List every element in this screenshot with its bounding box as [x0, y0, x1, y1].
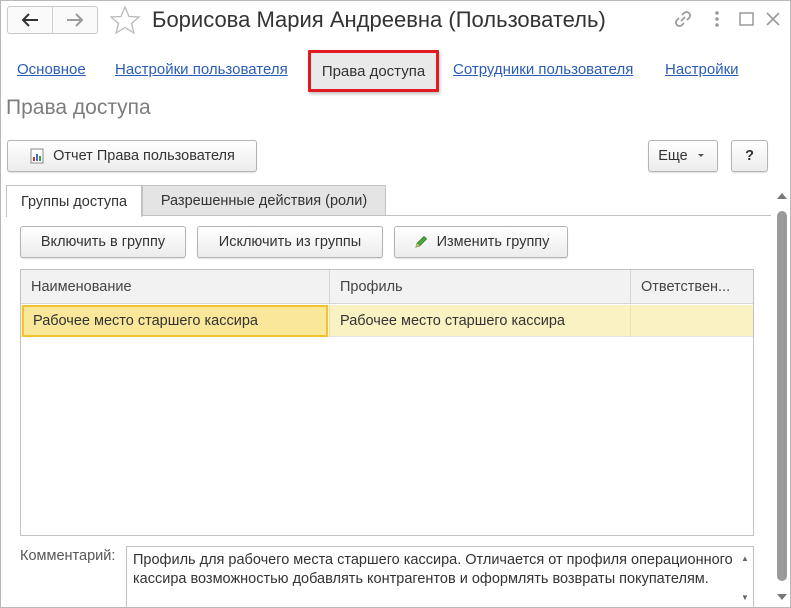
scroll-down-icon[interactable]: ▼: [741, 588, 749, 607]
section-user-settings-link[interactable]: Настройки пользователя: [115, 61, 288, 78]
scroll-up-icon[interactable]: [777, 193, 787, 199]
table-cell-responsible[interactable]: [630, 305, 753, 337]
edit-group-button[interactable]: Изменить группу: [394, 226, 568, 258]
column-header-name[interactable]: Наименование: [21, 270, 329, 304]
comment-scrollbar[interactable]: ▲ ▼: [739, 549, 751, 607]
section-access-rights-active[interactable]: Права доступа: [308, 50, 439, 92]
dropdown-icon: [697, 154, 704, 157]
maximize-button[interactable]: [738, 9, 756, 32]
report-icon: [29, 148, 45, 164]
table-cell-profile[interactable]: Рабочее место старшего кассира: [329, 305, 630, 337]
forward-arrow-icon: [67, 13, 84, 27]
table-cell-name[interactable]: Рабочее место старшего кассира: [22, 305, 328, 337]
forward-button[interactable]: [52, 7, 97, 33]
user-form-window: Борисова Мария Андреевна (Пользователь): [0, 0, 791, 608]
column-header-responsible[interactable]: Ответствен...: [630, 270, 753, 304]
comment-label: Комментарий:: [20, 548, 116, 564]
report-button-label: Отчет Права пользователя: [53, 148, 235, 164]
back-arrow-icon: [21, 13, 38, 27]
history-nav: [7, 6, 98, 34]
comment-field[interactable]: Профиль для рабочего места старшего касс…: [126, 546, 754, 607]
maximize-icon: [739, 12, 754, 26]
section-settings-link[interactable]: Настройки: [665, 61, 739, 78]
section-navigation: Основное Настройки пользователя Права до…: [1, 47, 790, 93]
copy-link-button[interactable]: [673, 9, 693, 32]
help-button-label: ?: [745, 148, 754, 164]
more-menu-button[interactable]: Еще: [648, 140, 718, 172]
comment-text: Профиль для рабочего места старшего касс…: [133, 552, 733, 587]
link-icon: [675, 11, 691, 27]
scroll-up-icon[interactable]: ▲: [741, 549, 749, 568]
tab-allowed-actions[interactable]: Разрешенные действия (роли): [142, 185, 386, 216]
exclude-from-group-button[interactable]: Исключить из группы: [197, 226, 383, 258]
column-header-profile[interactable]: Профиль: [329, 270, 630, 304]
edit-group-label: Изменить группу: [436, 234, 550, 250]
scroll-down-icon[interactable]: [777, 594, 787, 600]
table-header: Наименование Профиль Ответствен...: [21, 270, 753, 304]
page-title: Права доступа: [6, 96, 151, 119]
form-scrollbar[interactable]: [774, 185, 790, 607]
star-icon: [109, 5, 141, 35]
pencil-icon: [413, 234, 429, 250]
window-title: Борисова Мария Андреевна (Пользователь): [152, 7, 606, 32]
section-main-link[interactable]: Основное: [17, 61, 86, 78]
back-button[interactable]: [8, 7, 52, 33]
title-bar: Борисова Мария Андреевна (Пользователь): [1, 1, 790, 41]
scrollbar-thumb[interactable]: [777, 211, 787, 581]
more-actions-button[interactable]: [713, 9, 721, 32]
table-row[interactable]: Рабочее место старшего кассира Рабочее м…: [21, 305, 753, 337]
close-button[interactable]: [764, 9, 782, 32]
help-button[interactable]: ?: [731, 140, 768, 172]
tab-access-groups[interactable]: Группы доступа: [6, 185, 142, 217]
favorite-button[interactable]: [109, 5, 141, 38]
include-in-group-button[interactable]: Включить в группу: [20, 226, 186, 258]
report-user-rights-button[interactable]: Отчет Права пользователя: [7, 140, 257, 172]
more-button-label: Еще: [658, 148, 688, 164]
section-user-employees-link[interactable]: Сотрудники пользователя: [453, 61, 633, 78]
access-groups-table[interactable]: Наименование Профиль Ответствен... Рабоч…: [20, 269, 754, 536]
close-icon: [766, 12, 780, 26]
more-vert-icon: [715, 11, 719, 27]
